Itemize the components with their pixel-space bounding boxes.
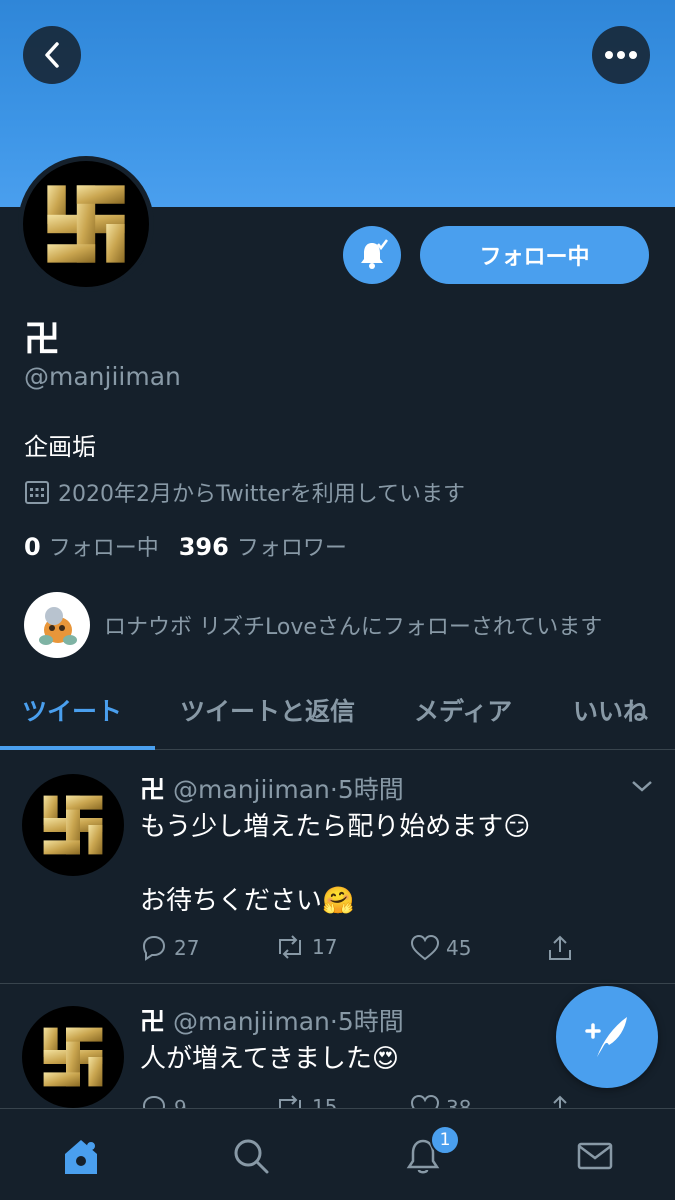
compose-tweet-button[interactable] xyxy=(556,986,658,1088)
more-button[interactable] xyxy=(592,26,650,84)
search-icon xyxy=(234,1139,269,1174)
tweet-avatar[interactable] xyxy=(22,1006,124,1108)
retweet-count: 17 xyxy=(312,935,338,959)
joined-text: 2020年2月からTwitterを利用しています xyxy=(58,482,466,507)
followers-label: フォロワー xyxy=(236,536,347,561)
like-button[interactable]: 38 xyxy=(410,1094,471,1108)
share-icon xyxy=(553,1095,567,1108)
tweet-text-line: 人が増えてきました😍 xyxy=(140,1044,400,1074)
calendar-icon xyxy=(25,481,49,504)
profile-handle: @manjiiman xyxy=(24,362,181,391)
notification-bell-button[interactable] xyxy=(343,226,401,284)
tweet-author-name: 卍 xyxy=(140,775,166,804)
reply-icon xyxy=(142,935,166,961)
more-icon xyxy=(605,51,637,59)
manji-logo xyxy=(47,185,125,263)
tweet[interactable]: 卍 @manjiiman·5時間 もう少し増えたら配り始めます😏 お待ちください🤗… xyxy=(0,750,675,983)
tweet-actions: 9 15 38 xyxy=(140,1094,580,1108)
tweet-header: 卍 @manjiiman·5時間 xyxy=(140,1002,404,1038)
reply-count: 27 xyxy=(174,936,200,960)
character-avatar-icon xyxy=(39,607,77,645)
nav-messages[interactable] xyxy=(570,1131,620,1181)
bell-icon xyxy=(361,239,388,269)
share-icon xyxy=(549,935,571,960)
follower-avatar xyxy=(24,592,90,658)
followed-by-text: ロナウボ リズチLoveさんにフォローされています xyxy=(104,615,603,640)
like-button[interactable]: 45 xyxy=(410,934,471,962)
profile-tabs: ツイート ツイートと返信 メディア いいね xyxy=(0,676,675,750)
tweet-author-handle: @manjiiman xyxy=(173,775,330,804)
like-count: 38 xyxy=(446,1096,472,1108)
like-icon xyxy=(410,1094,440,1108)
tweet-avatar[interactable] xyxy=(22,774,124,876)
followers-stat[interactable]: 396 フォロワー xyxy=(179,530,347,562)
tweet-text-line: お待ちください🤗 xyxy=(140,886,355,916)
followed-by[interactable]: ロナウボ リズチLoveさんにフォローされています xyxy=(24,592,602,658)
bottom-nav: 1 xyxy=(0,1108,675,1200)
retweet-icon xyxy=(279,1095,301,1108)
reply-button[interactable]: 27 xyxy=(140,934,199,962)
manji-logo xyxy=(43,1027,103,1087)
reply-count: 9 xyxy=(174,1096,187,1108)
followers-count: 396 xyxy=(178,533,229,561)
tweet-time: ·5時間 xyxy=(329,1007,404,1036)
back-icon xyxy=(45,42,59,68)
retweet-button[interactable]: 17 xyxy=(274,934,337,960)
reply-icon xyxy=(142,1095,166,1108)
home-icon xyxy=(65,1140,97,1174)
manji-logo xyxy=(43,795,103,855)
retweet-count: 15 xyxy=(312,1095,338,1108)
profile-avatar[interactable] xyxy=(18,156,154,292)
compose-icon xyxy=(585,1017,627,1057)
back-button[interactable] xyxy=(23,26,81,84)
following-count: 0 xyxy=(24,533,41,561)
nav-search[interactable] xyxy=(226,1131,276,1181)
nav-home[interactable] xyxy=(56,1131,106,1181)
tweet-time: ·5時間 xyxy=(329,775,404,804)
tab-media[interactable]: メディア xyxy=(414,692,512,728)
following-stat[interactable]: 0 フォロー中 xyxy=(24,530,159,562)
tab-tweets-replies[interactable]: ツイートと返信 xyxy=(180,692,355,728)
reply-button[interactable]: 9 xyxy=(140,1094,187,1108)
tab-tweets[interactable]: ツイート xyxy=(22,692,122,728)
messages-icon xyxy=(577,1142,613,1170)
joined-date: 2020年2月からTwitterを利用しています xyxy=(24,476,465,508)
notifications-badge: 1 xyxy=(430,1125,460,1155)
retweet-icon xyxy=(279,935,301,959)
chevron-down-icon[interactable] xyxy=(630,778,654,794)
display-name: 卍 xyxy=(24,319,61,360)
tweet-author-name: 卍 xyxy=(140,1007,166,1036)
like-count: 45 xyxy=(446,936,472,960)
share-button[interactable] xyxy=(546,1094,574,1108)
like-icon xyxy=(410,934,440,961)
tweet-text-line: もう少し増えたら配り始めます😏 xyxy=(140,812,531,842)
tweet-header: 卍 @manjiiman·5時間 xyxy=(140,770,404,806)
tweet-actions: 27 17 45 xyxy=(140,934,580,966)
following-label: フォロー中 xyxy=(48,536,159,561)
retweet-button[interactable]: 15 xyxy=(274,1094,337,1108)
share-button[interactable] xyxy=(546,934,574,962)
tweet-author-handle: @manjiiman xyxy=(173,1007,330,1036)
following-button[interactable]: フォロー中 xyxy=(420,226,649,284)
profile-bio: 企画垢 xyxy=(24,433,96,461)
tab-likes[interactable]: いいね xyxy=(573,692,648,728)
follow-stats: 0 フォロー中 396 フォロワー xyxy=(24,530,347,562)
